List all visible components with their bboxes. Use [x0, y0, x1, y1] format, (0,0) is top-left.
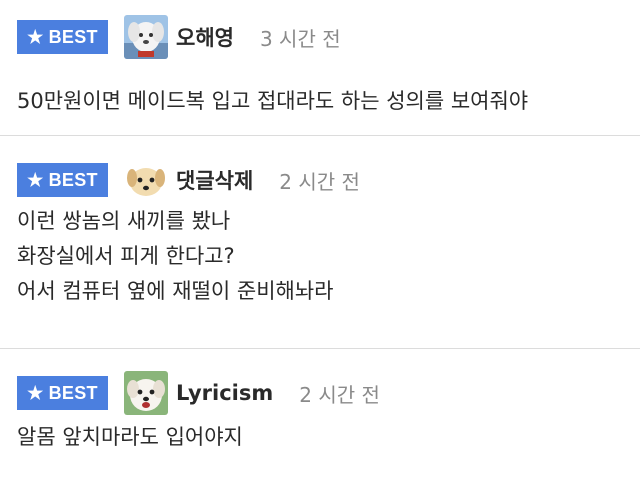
best-badge-label: BEST: [48, 26, 98, 47]
star-icon: ★: [27, 27, 44, 47]
star-icon: ★: [27, 383, 44, 403]
nickname[interactable]: 댓글삭제: [176, 165, 253, 195]
best-badge: ★ BEST: [17, 20, 108, 54]
comment-meta: ★ BEST 오해영 3 시간 전: [17, 15, 341, 59]
best-badge-label: BEST: [48, 169, 98, 190]
comment-line: 어서 컴퓨터 옆에 재떨이 준비해놔라: [17, 279, 334, 303]
timestamp: 2 시간 전: [299, 382, 380, 407]
comment-line: 화장실에서 피게 한다고?: [17, 244, 235, 268]
comment-list: ★ BEST 오해영 3 시간 전 50만원이면 메이드복 입고 접대라도 하는…: [0, 0, 640, 491]
timestamp: 3 시간 전: [259, 26, 341, 51]
cartoon-dog-avatar-icon[interactable]: [124, 158, 168, 202]
comment-meta: ★ BEST 댓글삭제 2 시간 전: [17, 158, 360, 202]
white-dog-avatar-icon[interactable]: [124, 15, 168, 59]
star-icon: ★: [27, 170, 44, 190]
best-badge: ★ BEST: [17, 163, 108, 197]
comment-line: 알몸 앞치마라도 입어야지: [17, 425, 243, 449]
puppy-avatar-icon[interactable]: [124, 371, 168, 415]
nickname[interactable]: 오해영: [176, 22, 234, 52]
comment-item: ★ BEST Lyricism 2 시간 전 알몸 앞치마라도 입어야지: [0, 349, 640, 491]
comment-line: 이런 쌍놈의 새끼를 봤나: [17, 209, 231, 233]
timestamp: 2 시간 전: [279, 169, 360, 194]
comment-body: 알몸 앞치마라도 입어야지: [17, 420, 630, 455]
comment-item: ★ BEST 댓글삭제 2 시간 전 이런 쌍놈의 새끼를 봤나 화장실에서 피…: [0, 136, 640, 349]
comment-item: ★ BEST 오해영 3 시간 전 50만원이면 메이드복 입고 접대라도 하는…: [0, 0, 640, 136]
best-badge-label: BEST: [48, 382, 98, 403]
comment-body: 이런 쌍놈의 새끼를 봤나 화장실에서 피게 한다고? 어서 컴퓨터 옆에 재떨…: [17, 204, 630, 309]
best-badge: ★ BEST: [17, 376, 108, 410]
comment-meta: ★ BEST Lyricism 2 시간 전: [17, 371, 380, 415]
comment-line: 50만원이면 메이드복 입고 접대라도 하는 성의를 보여줘야: [17, 89, 529, 113]
comment-body: 50만원이면 메이드복 입고 접대라도 하는 성의를 보여줘야: [17, 84, 630, 119]
nickname[interactable]: Lyricism: [176, 381, 273, 405]
